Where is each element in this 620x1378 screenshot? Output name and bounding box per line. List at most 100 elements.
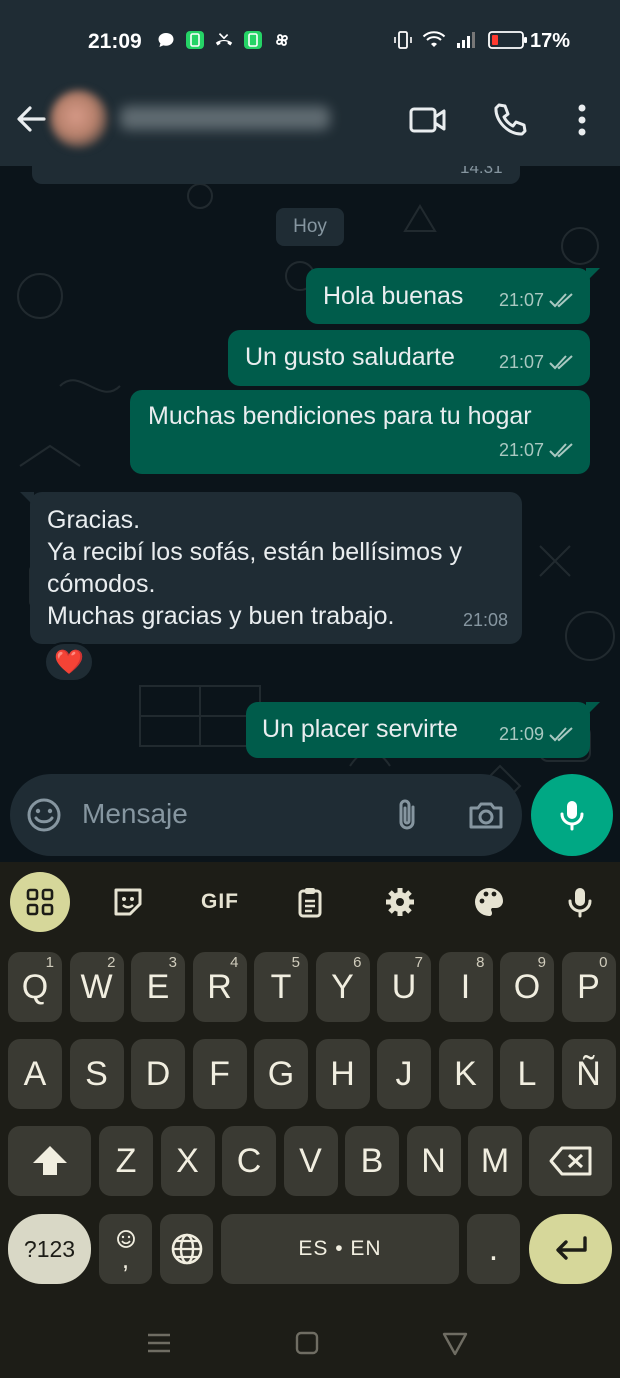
key-hint: 6 bbox=[353, 954, 362, 971]
phone-icon[interactable] bbox=[490, 100, 530, 140]
settings-gear-icon[interactable] bbox=[378, 880, 422, 924]
key-label: C bbox=[236, 1141, 262, 1180]
chat-header bbox=[0, 84, 620, 166]
attach-icon[interactable] bbox=[388, 795, 428, 835]
back-triangle-icon[interactable] bbox=[440, 1328, 470, 1358]
enter-key[interactable] bbox=[529, 1214, 612, 1284]
clipboard-icon[interactable] bbox=[288, 880, 332, 924]
key-ñ[interactable]: Ñ bbox=[561, 1039, 616, 1109]
key-r[interactable]: R4 bbox=[192, 952, 247, 1022]
key-s[interactable]: S bbox=[69, 1039, 124, 1109]
comma-label: , bbox=[121, 1244, 130, 1274]
palette-icon[interactable] bbox=[467, 880, 511, 924]
key-hint: 1 bbox=[45, 954, 54, 971]
message-bubble-outgoing[interactable]: Un placer servirte 21:09 bbox=[246, 702, 600, 758]
emoji-icon[interactable] bbox=[24, 795, 64, 835]
key-k[interactable]: K bbox=[438, 1039, 493, 1109]
shift-arrow-icon bbox=[32, 1146, 67, 1175]
key-j[interactable]: J bbox=[377, 1039, 431, 1109]
key-hint: 2 bbox=[107, 954, 116, 971]
key-label: U bbox=[391, 967, 417, 1006]
message-text: Un gusto saludarte bbox=[245, 343, 455, 371]
key-hint: 0 bbox=[599, 954, 608, 971]
message-input-bar[interactable]: Mensaje bbox=[10, 774, 522, 856]
voice-message-button[interactable] bbox=[531, 774, 613, 856]
space-key[interactable]: ES • EN bbox=[221, 1214, 459, 1284]
key-label: E bbox=[146, 967, 170, 1006]
key-i[interactable]: I8 bbox=[438, 952, 493, 1022]
key-label: K bbox=[454, 1054, 477, 1093]
double-check-icon bbox=[549, 293, 573, 308]
reaction-heart[interactable]: ❤️ bbox=[44, 642, 94, 682]
key-t[interactable]: T5 bbox=[254, 952, 308, 1022]
apps-grid-icon[interactable] bbox=[10, 872, 70, 932]
key-u[interactable]: U7 bbox=[377, 952, 431, 1022]
key-g[interactable]: G bbox=[254, 1039, 308, 1109]
key-o[interactable]: O9 bbox=[500, 952, 554, 1022]
battery-low-icon bbox=[488, 30, 528, 55]
key-label: Q bbox=[21, 967, 49, 1006]
key-f[interactable]: F bbox=[192, 1039, 247, 1109]
key-m[interactable]: M bbox=[468, 1126, 522, 1196]
back-arrow-icon[interactable] bbox=[14, 102, 48, 136]
symbols-key[interactable]: ?123 bbox=[8, 1214, 91, 1284]
key-label: Z bbox=[115, 1141, 137, 1180]
key-label: D bbox=[145, 1054, 171, 1093]
key-x[interactable]: X bbox=[160, 1126, 215, 1196]
emoji-comma-key[interactable]: , bbox=[99, 1214, 152, 1284]
contact-avatar[interactable] bbox=[50, 90, 108, 148]
voice-mic-icon[interactable] bbox=[558, 880, 602, 924]
message-bubble-outgoing[interactable]: Muchas bendiciones para tu hogar 21:07 bbox=[130, 390, 590, 474]
wifi-icon bbox=[422, 30, 446, 55]
key-label: Ñ bbox=[576, 1054, 601, 1093]
key-hint: 8 bbox=[476, 954, 485, 971]
key-hint: 9 bbox=[537, 954, 546, 971]
sticker-icon[interactable] bbox=[106, 880, 150, 924]
message-input-placeholder[interactable]: Mensaje bbox=[82, 798, 188, 830]
previous-message-bubble[interactable] bbox=[32, 166, 520, 184]
key-z[interactable]: Z bbox=[99, 1126, 153, 1196]
recents-menu-icon[interactable] bbox=[144, 1328, 174, 1358]
key-h[interactable]: H bbox=[315, 1039, 370, 1109]
key-label: F bbox=[209, 1054, 230, 1093]
message-bubble-incoming[interactable]: Gracias. Ya recibí los sofás, están bell… bbox=[20, 492, 522, 644]
key-c[interactable]: C bbox=[222, 1126, 276, 1196]
message-time: 21:09 bbox=[498, 724, 544, 744]
home-square-icon[interactable] bbox=[292, 1328, 322, 1358]
key-v[interactable]: V bbox=[283, 1126, 338, 1196]
key-label: H bbox=[330, 1054, 355, 1093]
key-w[interactable]: W2 bbox=[69, 952, 124, 1022]
key-label: P bbox=[577, 967, 600, 1006]
key-a[interactable]: A bbox=[8, 1039, 62, 1109]
video-call-icon[interactable] bbox=[408, 100, 448, 140]
key-hint: 7 bbox=[414, 954, 423, 971]
backspace-key[interactable] bbox=[529, 1126, 612, 1196]
gif-button[interactable]: GIF bbox=[196, 880, 244, 924]
contact-name-blurred[interactable] bbox=[120, 106, 330, 130]
period-key[interactable]: . bbox=[467, 1214, 520, 1284]
enter-arrow-icon bbox=[555, 1236, 587, 1260]
message-text: Hola buenas bbox=[323, 282, 464, 310]
key-n[interactable]: N bbox=[406, 1126, 461, 1196]
chat-area[interactable]: 14:31 Hoy Hola buenas 21:07 Un gusto sal… bbox=[0, 166, 620, 862]
message-line: Ya recibí los sofás, están bellísimos y bbox=[47, 538, 462, 566]
message-meta: 21:07 bbox=[499, 346, 576, 378]
shift-key[interactable] bbox=[8, 1126, 91, 1196]
key-label: G bbox=[267, 1054, 295, 1093]
missed-call-icon bbox=[214, 30, 234, 50]
double-check-icon bbox=[549, 727, 573, 742]
key-e[interactable]: E3 bbox=[131, 952, 185, 1022]
camera-icon[interactable] bbox=[466, 795, 506, 835]
key-label: J bbox=[395, 1054, 413, 1093]
key-l[interactable]: L bbox=[500, 1039, 554, 1109]
key-y[interactable]: Y6 bbox=[315, 952, 370, 1022]
message-bubble-outgoing[interactable]: Hola buenas 21:07 bbox=[306, 268, 600, 324]
message-text: Muchas bendiciones para tu hogar bbox=[148, 402, 532, 430]
key-b[interactable]: B bbox=[345, 1126, 399, 1196]
key-q[interactable]: Q1 bbox=[8, 952, 62, 1022]
language-key[interactable] bbox=[160, 1214, 213, 1284]
more-vert-icon[interactable] bbox=[562, 100, 602, 140]
key-d[interactable]: D bbox=[131, 1039, 185, 1109]
message-bubble-outgoing[interactable]: Un gusto saludarte 21:07 bbox=[228, 330, 590, 386]
key-p[interactable]: P0 bbox=[561, 952, 616, 1022]
